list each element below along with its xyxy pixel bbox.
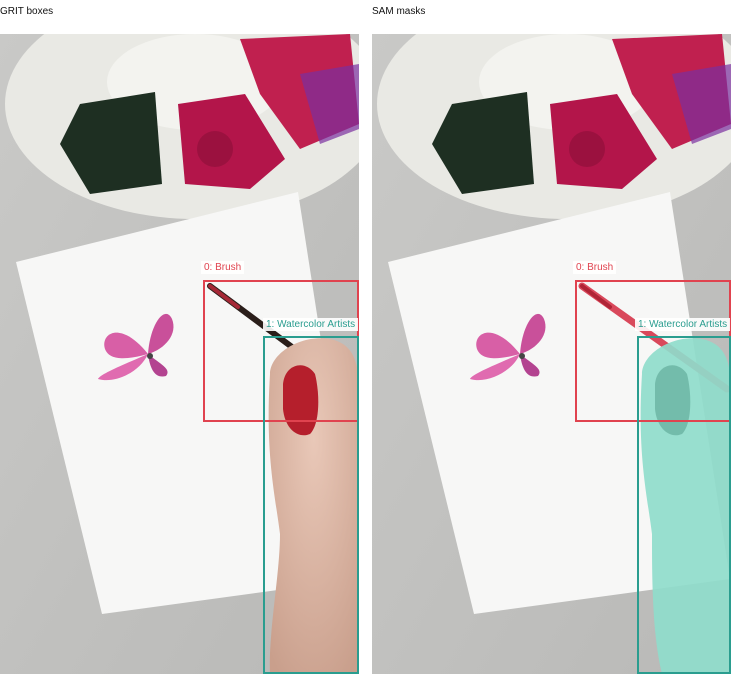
artist-label: 1: Watercolor Artists [263, 318, 359, 331]
artist-bounding-box [637, 336, 731, 674]
right-panel-title: SAM masks [372, 6, 426, 17]
brush-label: 0: Brush [201, 261, 245, 274]
brush-label: 0: Brush [573, 261, 617, 274]
sam-masks-panel: 0: Brush 1: Watercolor Artists [372, 34, 731, 674]
artist-label: 1: Watercolor Artists [635, 318, 731, 331]
grit-boxes-panel: 0: Brush 1: Watercolor Artists [0, 34, 359, 674]
artist-bounding-box [263, 336, 359, 674]
left-panel-title: GRIT boxes [0, 6, 54, 17]
